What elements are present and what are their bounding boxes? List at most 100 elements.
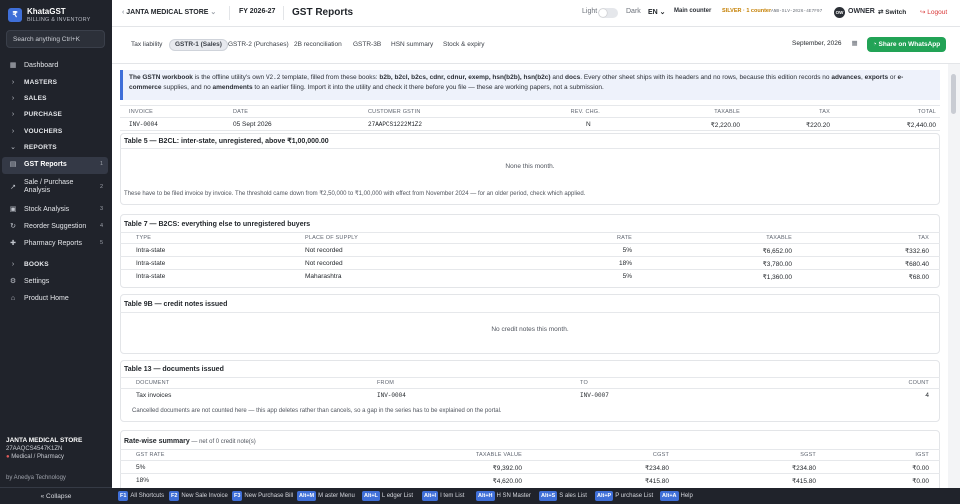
tab-gstr1-sales[interactable]: GSTR-1 (Sales)	[169, 39, 228, 51]
shortcut-sales-list[interactable]: Alt+S S ales List	[539, 491, 587, 501]
shortcut-label: M aster Menu	[318, 493, 355, 499]
divider	[120, 388, 940, 389]
tab-gstr3b[interactable]: GSTR-3B	[348, 39, 386, 51]
shortcut-number: 4	[99, 223, 103, 229]
sidebar-item-sale-purchase-analysis[interactable]: ↗ Sale / Purchase Analysis 2	[2, 176, 108, 200]
banner-text: and	[550, 74, 566, 81]
invoice-number: INV-0004	[129, 121, 158, 128]
sidebar-item-pharmacy-reports[interactable]: ✚ Pharmacy Reports 5	[2, 236, 108, 252]
sidebar-item-label: Stock Analysis	[24, 206, 70, 213]
shortcut-all[interactable]: F1 All Shortcuts	[118, 491, 164, 501]
sidebar-section-sales[interactable]: › SALES	[2, 91, 108, 107]
books-last: docs	[565, 74, 581, 81]
shortcut-item-list[interactable]: Alt+I I tem List	[422, 491, 464, 501]
column-header: TAXABLE VALUE	[475, 452, 522, 458]
supply-type: Intra-state	[136, 260, 166, 267]
switch-label: Switch	[885, 9, 907, 16]
chevron-right-icon: ›	[11, 79, 15, 86]
customer-gstin: 27AAPCS1222M1Z2	[368, 121, 423, 128]
shortcut-key: F3	[232, 491, 243, 501]
shortcut-purchase-list[interactable]: Alt+P P urchase List	[595, 491, 653, 501]
sidebar-item-dashboard[interactable]: ▦ Dashboard	[2, 58, 108, 74]
language-select[interactable]: EN ⌄	[648, 8, 666, 16]
banner-text: is the offline utility's own	[192, 74, 266, 81]
avatar[interactable]: OW	[834, 7, 845, 18]
shortcut-ledger-list[interactable]: Alt+L L edger List	[362, 491, 413, 501]
sidebar-section-purchase[interactable]: › PURCHASE	[2, 107, 108, 123]
month-picker[interactable]: September, 2026 ▦	[792, 39, 858, 47]
column-header: CGST	[652, 452, 669, 458]
report-tabs-bar: Tax liability GSTR-1 (Sales) GSTR-2 (Pur…	[112, 27, 960, 64]
sgst-value: ₹234.80	[791, 465, 816, 472]
sidebar-item-settings[interactable]: ⚙ Settings	[2, 274, 108, 290]
series-from: INV-0004	[377, 392, 406, 399]
brand-subtitle: BILLING & INVENTORY	[27, 17, 91, 23]
place-of-supply: Maharashtra	[305, 273, 342, 280]
collapse-button[interactable]: « Collapse	[0, 487, 112, 504]
tab-gstr2-purchases[interactable]: GSTR-2 (Purchases)	[223, 39, 294, 51]
sidebar-item-stock-analysis[interactable]: ▣ Stock Analysis 3	[2, 202, 108, 218]
sidebar-section-reports[interactable]: ⌄ REPORTS	[2, 140, 108, 156]
switch-button[interactable]: ⇄ Switch	[878, 8, 906, 16]
sidebar-item-reorder-suggestion[interactable]: ↻ Reorder Suggestion 4	[2, 219, 108, 235]
shortcut-help[interactable]: Alt+A Help	[660, 491, 693, 501]
scrollbar[interactable]	[948, 64, 960, 488]
banner-text: . Every other sheet ships with its heade…	[580, 74, 832, 81]
theme-toggle[interactable]	[598, 8, 618, 18]
sidebar-item-label: REPORTS	[24, 144, 57, 151]
brand[interactable]: ₹ KhataGST BILLING & INVENTORY	[6, 6, 106, 26]
divider	[283, 6, 284, 20]
shop-name: JANTA MEDICAL STORE	[6, 437, 83, 444]
shortcut-master-menu[interactable]: Alt+M M aster Menu	[297, 491, 355, 501]
tab-2b-reconciliation[interactable]: 2B reconciliation	[289, 39, 347, 51]
column-header: GST RATE	[136, 452, 165, 458]
banner-keyword: amendments	[212, 84, 253, 91]
month-value: September, 2026	[792, 40, 842, 47]
section-title: Table 7 — B2CS: everything else to unreg…	[124, 221, 311, 228]
column-header: TAXABLE	[766, 235, 792, 241]
igst-value: ₹0.00	[912, 465, 929, 472]
search-input[interactable]: Search anything Ctrl+K	[6, 30, 105, 48]
share-whatsapp-button[interactable]: ◔ Share on WhatsApp	[867, 37, 946, 52]
sidebar-item-gst-reports[interactable]: ▤ GST Reports 1	[2, 157, 108, 174]
tax-rate: 5%	[622, 247, 632, 254]
shortcut-new-purchase[interactable]: F3 New Purchase Bill	[232, 491, 293, 501]
tab-hsn-summary[interactable]: HSN summary	[386, 39, 438, 51]
banner-text: template, filled from these books:	[280, 74, 380, 81]
banner-text: supplies, and no	[161, 84, 213, 91]
shortcut-label: H SN Master	[496, 493, 531, 499]
reverse-charge: N	[586, 121, 591, 128]
tab-stock-expiry[interactable]: Stock & expiry	[438, 39, 490, 51]
shortcut-key: Alt+S	[539, 491, 558, 501]
financial-year[interactable]: FY 2026-27	[239, 8, 275, 15]
sidebar-section-masters[interactable]: › MASTERS	[2, 75, 108, 91]
gst-rate: 18%	[136, 477, 150, 484]
sidebar: ₹ KhataGST BILLING & INVENTORY Search an…	[0, 0, 112, 504]
divider	[120, 256, 940, 257]
sidebar-item-label: Dashboard	[24, 62, 59, 69]
pharmacy-icon: ✚	[10, 240, 16, 247]
store-selector[interactable]: ‹ JANTA MEDICAL STORE ⌄	[122, 8, 216, 16]
shortcut-hsn-master[interactable]: Alt+H H SN Master	[476, 491, 531, 501]
report-content: The GSTN workbook is the offline utility…	[112, 64, 948, 488]
tax-rate: 18%	[618, 260, 632, 267]
sidebar-section-books[interactable]: › BOOKS	[2, 257, 108, 273]
template-version: V2.2	[265, 74, 281, 81]
sidebar-item-product-home[interactable]: ⌂ Product Home	[2, 291, 108, 307]
sidebar-item-label: Reorder Suggestion	[24, 223, 87, 230]
column-header: TAX	[918, 235, 929, 241]
sidebar-section-vouchers[interactable]: › VOUCHERS	[2, 124, 108, 140]
shortcut-new-sale[interactable]: F2 New Sale Invoice	[169, 491, 228, 501]
column-header: TOTAL	[917, 109, 936, 115]
scrollbar-thumb[interactable]	[951, 74, 956, 114]
shortcut-label: New Purchase Bill	[244, 493, 294, 499]
shortcut-key: F1	[118, 491, 129, 501]
gst-rate: 5%	[136, 464, 146, 471]
divider	[120, 243, 940, 244]
supply-type: Intra-state	[136, 247, 166, 254]
tab-tax-liability[interactable]: Tax liability	[126, 39, 167, 51]
divider	[120, 105, 940, 106]
column-header: DOCUMENT	[136, 380, 170, 386]
series-to: INV-0007	[580, 392, 609, 399]
logout-button[interactable]: ↪ Logout	[920, 8, 947, 16]
